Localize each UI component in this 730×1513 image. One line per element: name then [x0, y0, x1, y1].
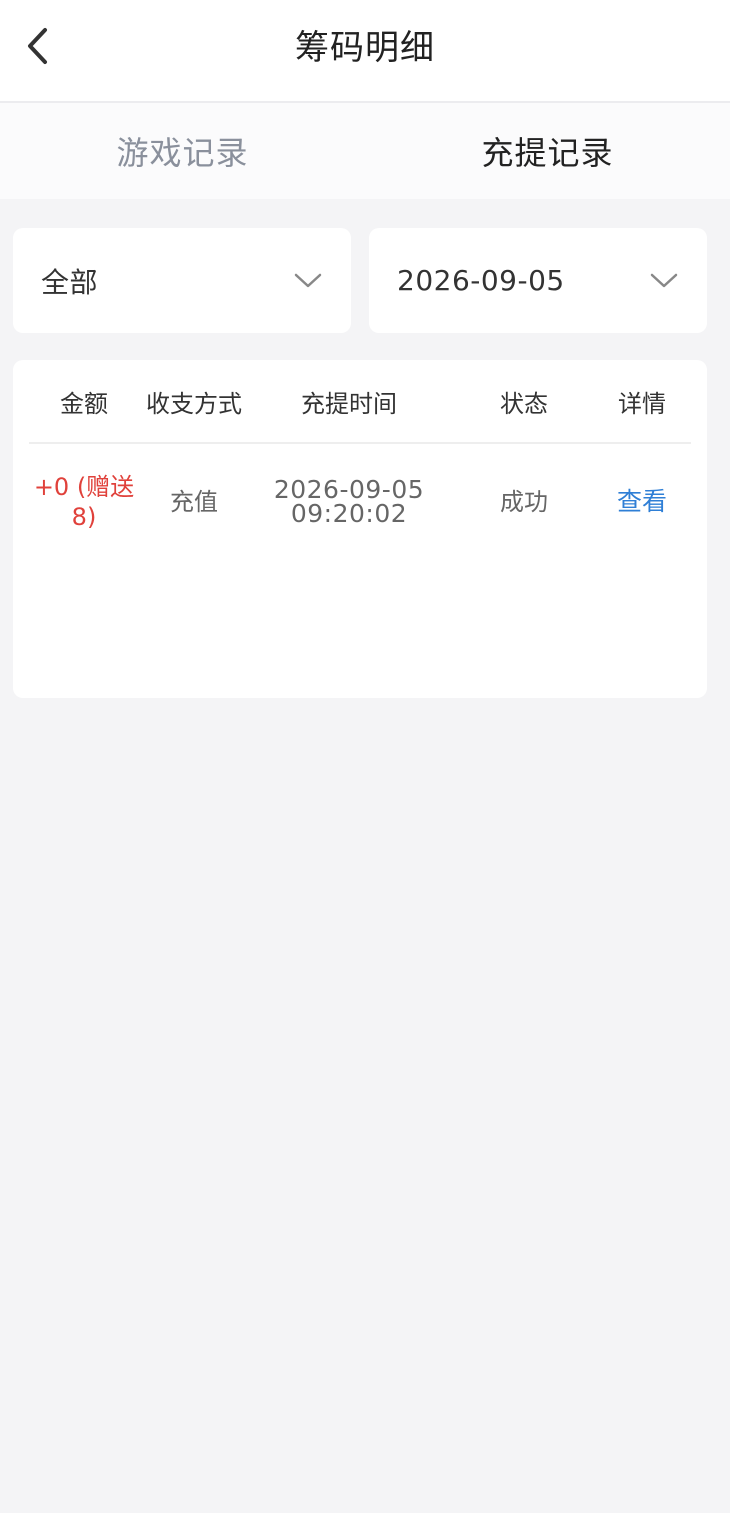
chevron-down-icon — [293, 271, 323, 291]
column-header-detail: 详情 — [618, 389, 666, 418]
table-row: +0 (赠送8) 充值 2026-09-05 09:20:02 成功 查看 — [29, 444, 691, 560]
tab-bar: 游戏记录 充提记录 — [0, 103, 730, 199]
time-clock: 09:20:02 — [290, 499, 408, 528]
amount-value: +0 (赠送8) — [33, 473, 135, 531]
status-value: 成功 — [500, 488, 548, 516]
table-header: 金额 收支方式 充提时间 状态 详情 — [29, 360, 691, 444]
top-bar: 筹码明细 — [0, 0, 730, 103]
column-header-time: 充提时间 — [301, 389, 397, 418]
column-header-amount: 金额 — [60, 389, 108, 418]
chevron-down-icon — [649, 271, 679, 291]
column-header-method: 收支方式 — [146, 389, 242, 418]
page-title: 筹码明细 — [295, 28, 435, 68]
date-filter-dropdown[interactable]: 2026-09-05 — [369, 228, 707, 333]
tab-deposit-withdraw-records[interactable]: 充提记录 — [365, 103, 730, 199]
records-table: 金额 收支方式 充提时间 状态 详情 +0 (赠送8) 充值 2026-09-0… — [13, 360, 707, 698]
time-value: 2026-09-05 09:20:02 — [249, 444, 449, 560]
date-filter-value: 2026-09-05 — [397, 264, 565, 297]
tab-game-records[interactable]: 游戏记录 — [0, 103, 365, 199]
type-filter-dropdown[interactable]: 全部 — [13, 228, 351, 333]
type-filter-value: 全部 — [41, 265, 99, 299]
method-value: 充值 — [170, 488, 218, 516]
column-header-status: 状态 — [500, 389, 548, 418]
view-detail-link[interactable]: 查看 — [589, 444, 695, 560]
